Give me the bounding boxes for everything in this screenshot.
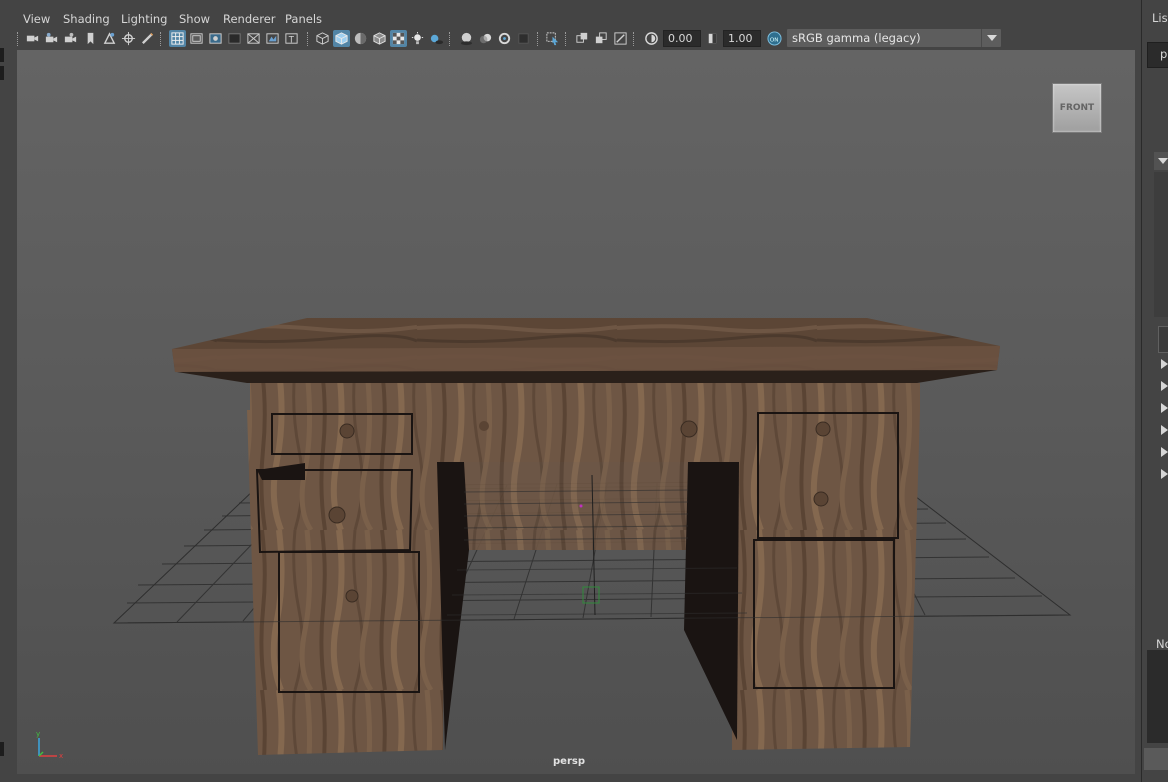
scene-render [112,318,1072,755]
default-material-icon[interactable] [352,30,369,47]
menu-shading[interactable]: Shading [63,12,110,26]
dock-handle[interactable] [0,48,4,62]
collapse-toggle[interactable] [1154,152,1168,170]
panel-divider [1141,0,1142,782]
camera-attributes-icon[interactable] [43,30,60,47]
image-plane-icon[interactable] [101,30,118,47]
svg-text:x: x [59,752,63,760]
menu-renderer[interactable]: Renderer [223,12,276,26]
svg-text:T: T [288,34,295,44]
panel-tab-label: p [1160,47,1168,61]
safe-title-icon[interactable]: T [283,30,300,47]
color-management-icon[interactable]: ON [766,30,783,47]
panel-menu-bar: View Shading Lighting Show Renderer Pane… [12,9,1136,27]
wireframe-on-shaded-icon[interactable] [371,30,388,47]
motion-blur-icon[interactable] [477,30,494,47]
pivot-point [579,504,583,508]
view-transform-label: sRGB gamma (legacy) [792,31,921,45]
bookmark-camera-icon[interactable] [62,30,79,47]
chevron-down-icon[interactable] [981,29,1001,47]
isolate-select-icon[interactable] [544,30,561,47]
panel-tab[interactable]: p [1147,42,1168,68]
panel-footer-button[interactable] [1144,748,1168,770]
toolbar-separator [565,32,568,46]
bookmark-icon[interactable] [82,30,99,47]
gamma-field[interactable] [723,30,761,47]
panel-header-label[interactable]: List [1152,11,1168,25]
origin-manipulator[interactable] [582,586,600,604]
toolbar-separator [537,32,540,46]
expand-arrow-icon[interactable] [1161,381,1168,391]
expand-arrow-icon[interactable] [1161,469,1168,479]
notes-label: No [1156,637,1168,651]
field-chart-icon[interactable] [245,30,262,47]
xray-icon[interactable] [574,30,591,47]
menu-panels[interactable]: Panels [285,12,322,26]
expand-arrow-icon[interactable] [1161,359,1168,369]
expand-arrow-icon[interactable] [1161,403,1168,413]
toolbar-separator [17,32,20,46]
chevron-down-icon [1158,158,1168,164]
toolbar-separator [449,32,452,46]
resolution-gate-icon[interactable] [207,30,224,47]
notes-textarea[interactable] [1147,650,1168,743]
grease-pencil-icon[interactable] [139,30,156,47]
expand-arrow-icon[interactable] [1161,425,1168,435]
attribute-area [1154,172,1168,317]
menu-lighting[interactable]: Lighting [121,12,167,26]
gate-mask-icon[interactable] [226,30,243,47]
exposure-icon[interactable] [643,30,660,47]
toolbar-separator [307,32,310,46]
exposure-field[interactable] [663,30,701,47]
textured-icon[interactable] [390,30,407,47]
svg-text:y: y [36,730,40,738]
film-gate-icon[interactable] [188,30,205,47]
use-all-lights-icon[interactable] [409,30,426,47]
grid-icon[interactable] [169,30,186,47]
viewport-3d[interactable]: FRONT y x persp [17,50,1135,774]
shadows-icon[interactable] [428,30,445,47]
xray-active-components-icon[interactable] [593,30,610,47]
svg-text:ON: ON [770,37,779,43]
two-d-pan-zoom-icon[interactable] [120,30,137,47]
camera-name-label: persp [553,756,585,767]
anti-aliasing-icon[interactable] [496,30,513,47]
view-cube[interactable]: FRONT [1052,83,1102,133]
smooth-shade-icon[interactable] [333,30,350,47]
toolbar-separator [160,32,163,46]
panel-toolbar: T ON sRGB gamma (legacy) [12,28,1136,50]
select-camera-icon[interactable] [24,30,41,47]
wireframe-icon[interactable] [314,30,331,47]
right-dock-panel: List p No [1138,0,1168,782]
dock-handle[interactable] [0,66,4,80]
menu-show[interactable]: Show [179,12,210,26]
dock-handle[interactable] [0,742,4,756]
left-dock-strip [0,0,10,782]
expand-arrow-icon[interactable] [1161,447,1168,457]
screen-space-ao-icon[interactable] [458,30,475,47]
gamma-icon[interactable] [704,30,721,47]
axis-gizmo: y x [36,730,63,760]
menu-view[interactable]: View [23,12,50,26]
xray-joints-icon[interactable] [612,30,629,47]
view-transform-dropdown[interactable]: sRGB gamma (legacy) [787,29,1001,47]
desk-model[interactable] [172,318,1000,755]
view-cube-face-label: FRONT [1059,103,1095,113]
model-panel: View Shading Lighting Show Renderer Pane… [12,9,1136,775]
panel-button[interactable] [1158,326,1168,353]
safe-action-icon[interactable] [264,30,281,47]
toolbar-separator [633,32,636,46]
depth-of-field-icon[interactable] [515,30,532,47]
